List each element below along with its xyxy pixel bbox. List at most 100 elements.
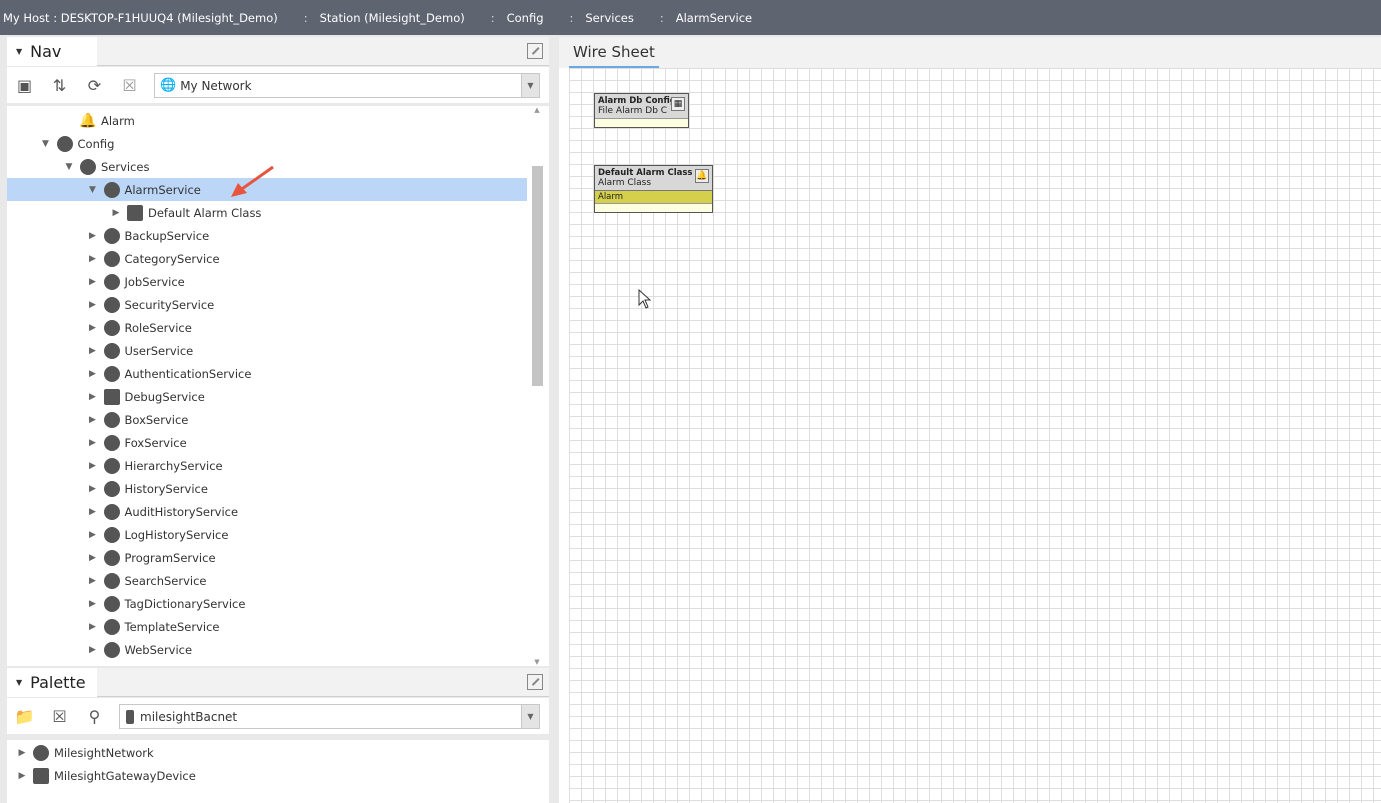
expand-icon[interactable]: ▶ bbox=[86, 530, 100, 540]
expand-icon[interactable]: ▶ bbox=[86, 231, 100, 241]
open-folder-icon[interactable]: 📁 bbox=[7, 702, 42, 730]
alarm-slot[interactable]: Alarm bbox=[595, 190, 712, 203]
palette-title: Palette bbox=[30, 673, 86, 692]
expand-icon[interactable]: ▶ bbox=[86, 599, 100, 609]
close-icon[interactable]: ☒ bbox=[42, 702, 77, 730]
tree-item-hierarchyservice[interactable]: ▶ HierarchyService bbox=[7, 454, 527, 477]
collapse-triangle-icon[interactable]: ▼ bbox=[16, 47, 22, 56]
tree-item-tagdictionaryservice[interactable]: ▶ TagDictionaryService bbox=[7, 592, 527, 615]
default-alarm-class-node[interactable]: Default Alarm Class Alarm Class 🔔 Alarm bbox=[594, 165, 713, 213]
tree-item-label: DebugService bbox=[124, 389, 205, 404]
find-icon[interactable]: ⚲ bbox=[77, 702, 112, 730]
nav-header: ▼ Nav bbox=[7, 37, 549, 66]
sync-tree-icon[interactable]: ⇅ bbox=[42, 71, 77, 99]
tree-item-webservice[interactable]: ▶ WebService bbox=[7, 638, 527, 661]
tree-item-searchservice[interactable]: ▶ SearchService bbox=[7, 569, 527, 592]
expand-icon[interactable]: ▶ bbox=[109, 208, 123, 218]
tree-item-label: AuditHistoryService bbox=[124, 504, 239, 519]
close-icon[interactable]: ☒ bbox=[112, 71, 147, 99]
collapse-icon[interactable]: ▼ bbox=[62, 162, 76, 172]
tree-item-securityservice[interactable]: ▶ SecurityService bbox=[7, 293, 527, 316]
tree-item-jobservice[interactable]: ▶ JobService bbox=[7, 270, 527, 293]
scrollbar-thumb[interactable] bbox=[532, 166, 543, 386]
expand-icon[interactable]: ▶ bbox=[86, 645, 100, 655]
tree-item-label: RoleService bbox=[124, 320, 192, 335]
breadcrumb-alarmservice[interactable]: : AlarmService bbox=[634, 11, 752, 25]
tree-item-historyservice[interactable]: ▶ HistoryService bbox=[7, 477, 527, 500]
expand-icon[interactable]: ▶ bbox=[86, 323, 100, 333]
network-select[interactable]: 🌐 My Network ▼ bbox=[154, 73, 540, 98]
refresh-icon[interactable]: ⟳ bbox=[77, 71, 112, 99]
scroll-down-icon[interactable]: ▼ bbox=[531, 658, 543, 666]
nav-toolbar: ▣ ⇅ ⟳ ☒ 🌐 My Network ▼ bbox=[7, 67, 549, 103]
collapse-icon[interactable]: ▼ bbox=[86, 185, 100, 195]
scroll-up-icon[interactable]: ▲ bbox=[531, 106, 543, 114]
expand-icon[interactable]: ▶ bbox=[15, 771, 29, 781]
chevron-down-icon[interactable]: ▼ bbox=[521, 705, 539, 728]
tree-item-debugservice[interactable]: ▶ DebugService bbox=[7, 385, 527, 408]
tree-item-foxservice[interactable]: ▶ FoxService bbox=[7, 431, 527, 454]
tree-item-label: HistoryService bbox=[124, 481, 208, 496]
tree-item-label: WebService bbox=[124, 642, 193, 657]
tree-item-audithistoryservice[interactable]: ▶ AuditHistoryService bbox=[7, 500, 527, 523]
tree-item-label: SecurityService bbox=[124, 297, 215, 312]
collapse-icon[interactable]: ▼ bbox=[39, 139, 53, 149]
file-icon: ▦ bbox=[671, 97, 685, 111]
tree-item-backupservice[interactable]: ▶ BackupService bbox=[7, 224, 527, 247]
palette-item[interactable]: ▶ MilesightGatewayDevice bbox=[7, 764, 527, 787]
tree-item-userservice[interactable]: ▶ UserService bbox=[7, 339, 527, 362]
tree-item-default-alarm-class[interactable]: ▶ Default Alarm Class bbox=[7, 201, 527, 224]
expand-icon[interactable]: ▶ bbox=[86, 576, 100, 586]
palette-item[interactable]: ▶ MilesightNetwork bbox=[7, 741, 527, 764]
tree-item-label: ProgramService bbox=[124, 550, 216, 565]
left-pane: ▼ Nav ▣ ⇅ ⟳ ☒ 🌐 My Network ▼ 🔔 Alarm ▼ Conf… bbox=[7, 37, 549, 803]
expand-icon[interactable]: ▶ bbox=[86, 369, 100, 379]
expand-icon[interactable]: ▶ bbox=[86, 438, 100, 448]
history-icon bbox=[103, 480, 120, 497]
expand-icon[interactable]: ▶ bbox=[86, 254, 100, 264]
tree-item-label: Default Alarm Class bbox=[148, 205, 262, 220]
expand-icon[interactable]: ▶ bbox=[86, 277, 100, 287]
expand-icon[interactable]: ▶ bbox=[86, 507, 100, 517]
alarm-db-config-node[interactable]: Alarm Db Config File Alarm Db C ▦ bbox=[594, 93, 689, 128]
expand-icon[interactable]: ▶ bbox=[86, 461, 100, 471]
expand-icon[interactable]: ▶ bbox=[86, 415, 100, 425]
fox-icon bbox=[103, 434, 120, 451]
backup-icon bbox=[103, 227, 120, 244]
breadcrumb-services[interactable]: : Services bbox=[544, 11, 634, 25]
expand-icon[interactable]: ▶ bbox=[86, 346, 100, 356]
breadcrumb-config[interactable]: : Config bbox=[465, 11, 544, 25]
scrollbar[interactable]: ▲ ▼ bbox=[531, 106, 543, 666]
tree-item-alarm[interactable]: 🔔 Alarm bbox=[7, 109, 527, 132]
breadcrumb-separator: : bbox=[490, 10, 495, 25]
gateway-icon bbox=[33, 767, 49, 784]
module-select[interactable]: milesightBacnet ▼ bbox=[119, 704, 540, 729]
expand-icon[interactable]: ▶ bbox=[86, 553, 100, 563]
expand-icon[interactable]: ▶ bbox=[86, 484, 100, 494]
expand-icon[interactable]: ▶ bbox=[86, 622, 100, 632]
tab-wire-sheet[interactable]: Wire Sheet bbox=[569, 37, 659, 68]
tree-item-config[interactable]: ▼ Config bbox=[7, 132, 527, 155]
tag-icon bbox=[103, 595, 120, 612]
chevron-down-icon[interactable]: ▼ bbox=[521, 74, 539, 97]
breadcrumb-host[interactable]: My Host : DESKTOP-F1HUUQ4 (Milesight_Dem… bbox=[0, 11, 278, 25]
tree-item-loghistoryservice[interactable]: ▶ LogHistoryService bbox=[7, 523, 527, 546]
open-folder-icon[interactable]: ▣ bbox=[7, 71, 42, 99]
collapse-triangle-icon[interactable]: ▼ bbox=[16, 678, 22, 687]
tree-item-templateservice[interactable]: ▶ TemplateService bbox=[7, 615, 527, 638]
tree-item-boxservice[interactable]: ▶ BoxService bbox=[7, 408, 527, 431]
tree-item-authenticationservice[interactable]: ▶ AuthenticationService bbox=[7, 362, 527, 385]
category-icon bbox=[103, 250, 120, 267]
tree-item-programservice[interactable]: ▶ ProgramService bbox=[7, 546, 527, 569]
expand-icon[interactable]: ▶ bbox=[15, 748, 29, 758]
palette-tab[interactable]: ▼ Palette bbox=[7, 668, 97, 697]
breadcrumb-station[interactable]: : Station (Milesight_Demo) bbox=[278, 11, 465, 25]
expand-icon[interactable]: ▶ bbox=[86, 392, 100, 402]
maximize-icon[interactable] bbox=[527, 674, 543, 690]
tree-item-categoryservice[interactable]: ▶ CategoryService bbox=[7, 247, 527, 270]
maximize-icon[interactable] bbox=[527, 43, 543, 59]
expand-icon[interactable]: ▶ bbox=[86, 300, 100, 310]
tree-item-label: HierarchyService bbox=[124, 458, 223, 473]
tree-item-roleservice[interactable]: ▶ RoleService bbox=[7, 316, 527, 339]
nav-tab[interactable]: ▼ Nav bbox=[7, 37, 97, 66]
